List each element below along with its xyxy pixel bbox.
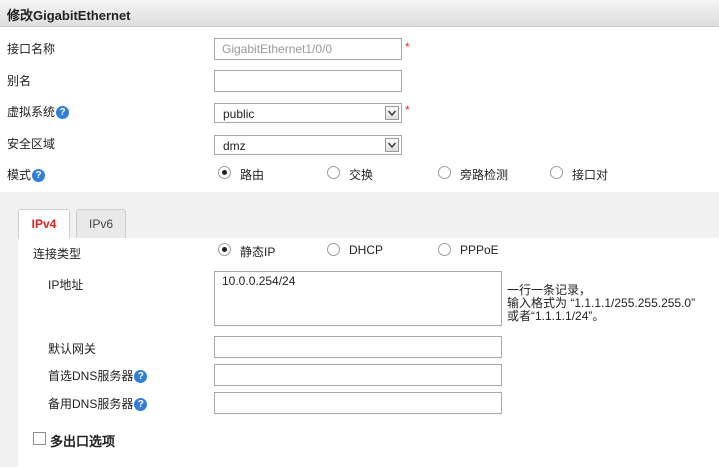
vsys-select-value: public: [223, 107, 255, 121]
dns2-input[interactable]: [214, 392, 502, 414]
vsys-label-text: 虚拟系统: [7, 105, 56, 119]
ip-address-textarea[interactable]: 10.0.0.254/24: [214, 271, 502, 326]
zone-select-value: dmz: [223, 139, 246, 153]
multi-egress-checkbox[interactable]: [33, 432, 46, 445]
mode-label-text: 模式: [7, 168, 32, 182]
conn-radio-dhcp[interactable]: [327, 243, 340, 256]
dialog-title: 修改GigabitEthernet: [7, 8, 131, 23]
mode-option-switch[interactable]: 交换: [349, 166, 373, 183]
chevron-down-icon[interactable]: [385, 138, 399, 152]
ip-format-hint: 一行一条记录， 输入格式为 “1.1.1.1/255.255.255.0” 或者…: [507, 284, 695, 323]
mode-radio-bypass[interactable]: [438, 166, 451, 179]
interface-name-label: 接口名称: [7, 42, 56, 56]
conn-radio-static[interactable]: [218, 243, 231, 256]
required-mark: *: [405, 103, 410, 117]
dns1-input[interactable]: [214, 364, 502, 386]
mode-radio-pair[interactable]: [550, 166, 563, 179]
mode-option-route[interactable]: 路由: [240, 166, 264, 183]
tab-ipv6[interactable]: IPv6: [76, 209, 126, 238]
zone-select[interactable]: dmz: [214, 135, 402, 155]
hint-line: 或者“1.1.1.1/24”。: [507, 309, 605, 323]
help-icon[interactable]: ?: [56, 106, 70, 120]
alias-input[interactable]: [214, 70, 402, 92]
conn-radio-pppoe[interactable]: [438, 243, 451, 256]
vsys-label: 虚拟系统?: [7, 103, 70, 120]
dns2-label: 备用DNS服务器?: [48, 395, 148, 412]
help-icon[interactable]: ?: [32, 169, 46, 183]
mode-radio-route[interactable]: [218, 166, 231, 179]
dns1-label: 首选DNS服务器?: [48, 367, 148, 384]
required-mark: *: [405, 40, 410, 54]
conn-option-dhcp[interactable]: DHCP: [349, 243, 383, 257]
help-icon[interactable]: ?: [134, 398, 148, 412]
help-icon[interactable]: ?: [134, 370, 148, 384]
conn-option-static[interactable]: 静态IP: [240, 243, 275, 260]
vsys-select[interactable]: public: [214, 103, 402, 123]
conn-type-label: 连接类型: [33, 247, 82, 261]
conn-option-pppoe[interactable]: PPPoE: [460, 243, 499, 257]
zone-label: 安全区域: [7, 137, 56, 151]
alias-label: 别名: [7, 74, 32, 88]
dns2-label-text: 备用DNS服务器: [48, 397, 134, 411]
mode-label: 模式?: [7, 166, 46, 183]
chevron-down-icon[interactable]: [385, 106, 399, 120]
multi-egress-label[interactable]: 多出口选项: [50, 431, 115, 450]
ip-address-label: IP地址: [48, 278, 84, 292]
interface-name-input[interactable]: [214, 38, 402, 60]
gateway-label: 默认网关: [48, 342, 97, 356]
tab-ipv4[interactable]: IPv4: [18, 209, 70, 239]
mode-radio-switch[interactable]: [327, 166, 340, 179]
dialog-title-bar: 修改GigabitEthernet: [0, 0, 719, 27]
mode-option-pair[interactable]: 接口对: [572, 166, 608, 183]
mode-option-bypass[interactable]: 旁路检测: [460, 166, 508, 183]
gateway-input[interactable]: [214, 336, 502, 358]
dns1-label-text: 首选DNS服务器: [48, 369, 134, 383]
